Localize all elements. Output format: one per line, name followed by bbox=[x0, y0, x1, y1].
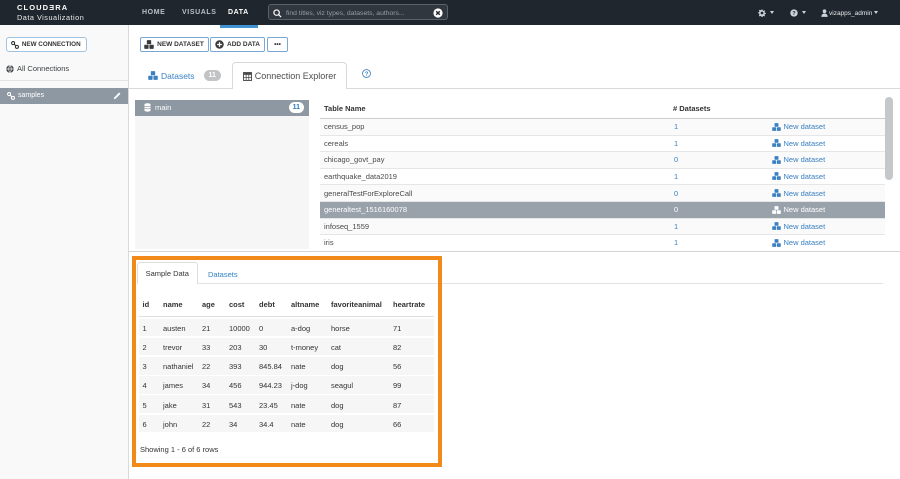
svg-text:?: ? bbox=[365, 71, 369, 77]
svg-text:?: ? bbox=[792, 11, 796, 17]
